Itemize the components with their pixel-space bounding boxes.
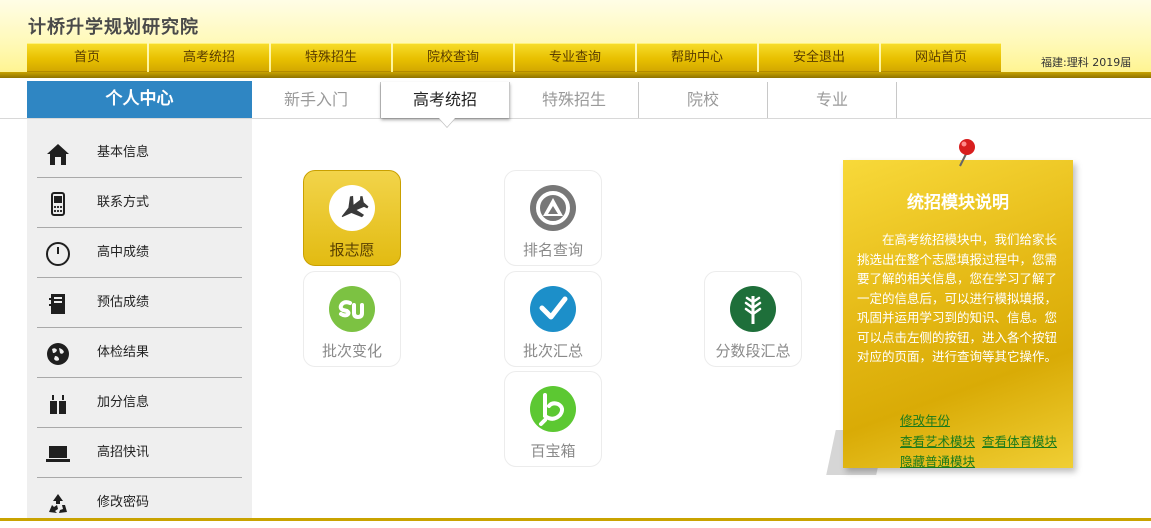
top-nav: 首页 高考统招 特殊招生 院校查询 专业查询 帮助中心 安全退出 网站首页 xyxy=(27,43,1003,72)
sidebar-item-news[interactable]: 高招快讯 xyxy=(37,428,242,478)
tile-label: 批次汇总 xyxy=(522,342,583,360)
ranking-icon xyxy=(530,185,576,231)
nav-gaokao[interactable]: 高考统招 xyxy=(149,43,269,72)
tile-label: 排名查询 xyxy=(522,241,583,259)
nav-help[interactable]: 帮助中心 xyxy=(637,43,757,72)
module-note-card: 统招模块说明 在高考统招模块中，我们给家长挑选出在整个志愿填报过程中，您需要了解… xyxy=(843,160,1073,470)
globe-icon xyxy=(47,343,69,365)
sidebar-item-basic-info[interactable]: 基本信息 xyxy=(37,128,242,178)
notebook-icon xyxy=(49,294,65,314)
pushpin-icon xyxy=(959,139,975,167)
sidebar-item-medical[interactable]: 体检结果 xyxy=(37,328,242,378)
sidebar-item-label: 高招快讯 xyxy=(97,445,150,460)
nav-college-search[interactable]: 院校查询 xyxy=(393,43,513,72)
tile-score-band[interactable]: 分数段汇总 xyxy=(704,271,802,367)
nav-home[interactable]: 首页 xyxy=(27,43,147,72)
sidebar-item-label: 预估成绩 xyxy=(97,295,150,310)
nav-major-search[interactable]: 专业查询 xyxy=(515,43,635,72)
home-icon xyxy=(47,144,69,165)
tile-toolbox[interactable]: 百宝箱 xyxy=(504,371,602,467)
recycle-icon xyxy=(49,494,67,513)
tab-major[interactable]: 专业 xyxy=(768,82,897,118)
tile-batch-change[interactable]: 批次变化 xyxy=(303,271,401,367)
tile-apply[interactable]: 报志愿 xyxy=(303,170,401,266)
nav-logout[interactable]: 安全退出 xyxy=(759,43,879,72)
laptop-icon xyxy=(46,446,70,462)
sub-tabs: 新手入门 高考统招 特殊招生 院校 专业 xyxy=(252,82,897,118)
sidebar-item-label: 加分信息 xyxy=(97,395,150,410)
sidebar: 基本信息 联系方式 高中成绩 预估成绩 体检结果 加分信息 高招快讯 修改密码 xyxy=(27,119,252,521)
art-module-link[interactable]: 查看艺术模块 xyxy=(900,431,975,450)
sidebar-item-hs-scores[interactable]: 高中成绩 xyxy=(37,228,242,278)
tile-label: 报志愿 xyxy=(329,241,375,259)
tile-label: 百宝箱 xyxy=(530,442,576,460)
sports-module-link[interactable]: 查看体育模块 xyxy=(982,431,1057,450)
user-meta: 福建:理科 2019届 xyxy=(1041,56,1132,69)
tile-label: 分数段汇总 xyxy=(715,342,791,360)
nav-website-home[interactable]: 网站首页 xyxy=(881,43,1001,72)
sidebar-item-label: 基本信息 xyxy=(97,145,150,160)
tab-special[interactable]: 特殊招生 xyxy=(510,82,639,118)
phone-icon xyxy=(51,192,65,216)
gift-icon xyxy=(50,395,66,414)
tile-ranking[interactable]: 排名查询 xyxy=(504,170,602,266)
leaf-icon xyxy=(730,286,776,332)
bebo-icon xyxy=(530,386,576,432)
stumble-icon xyxy=(329,286,375,332)
tab-college[interactable]: 院校 xyxy=(639,82,768,118)
hide-normal-module-link[interactable]: 隐藏普通模块 xyxy=(900,451,975,470)
check-icon xyxy=(530,286,576,332)
sidebar-item-est-scores[interactable]: 预估成绩 xyxy=(37,278,242,328)
note-body: 在高考统招模块中，我们给家长挑选出在整个志愿填报过程中，您需要了解的相关信息，您… xyxy=(857,232,1058,364)
sidebar-item-label: 体检结果 xyxy=(97,345,150,360)
sidebar-item-bonus[interactable]: 加分信息 xyxy=(37,378,242,428)
site-title: 计桥升学规划研究院 xyxy=(28,17,199,38)
change-year-link[interactable]: 修改年份 xyxy=(900,410,950,429)
sidebar-item-label: 联系方式 xyxy=(97,195,150,210)
tile-batch-summary[interactable]: 批次汇总 xyxy=(504,271,602,367)
site-header: 计桥升学规划研究院 首页 高考统招 特殊招生 院校查询 专业查询 帮助中心 安全… xyxy=(0,0,1151,78)
personal-center-title: 个人中心 xyxy=(27,81,252,118)
note-title: 统招模块说明 xyxy=(907,193,1009,213)
airplane-icon xyxy=(329,185,375,231)
tab-gaokao[interactable]: 高考统招 xyxy=(381,82,510,118)
sidebar-item-contact[interactable]: 联系方式 xyxy=(37,178,242,228)
tab-beginner[interactable]: 新手入门 xyxy=(252,82,381,118)
clock-icon xyxy=(46,242,70,266)
tile-label: 批次变化 xyxy=(321,342,382,360)
nav-special[interactable]: 特殊招生 xyxy=(271,43,391,72)
sidebar-item-label: 高中成绩 xyxy=(97,245,150,260)
